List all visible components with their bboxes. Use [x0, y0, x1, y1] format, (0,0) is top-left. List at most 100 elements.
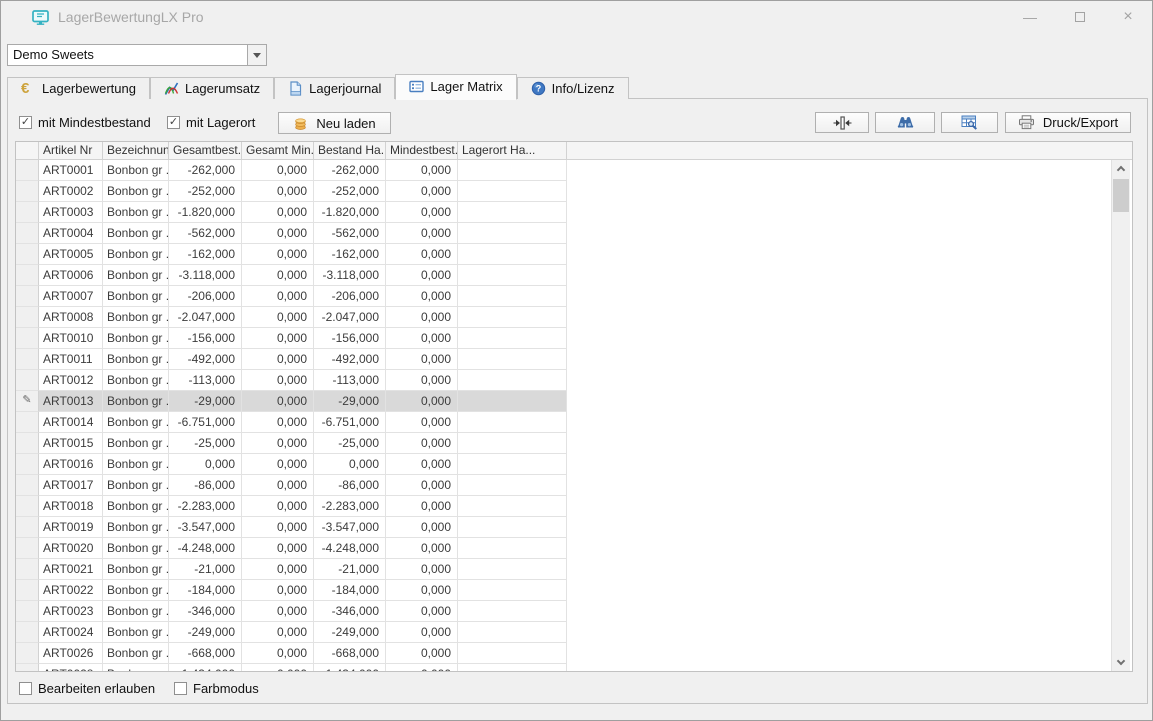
- table-cell[interactable]: 0,000: [386, 412, 458, 433]
- checkbox-icon[interactable]: ✓: [167, 116, 180, 129]
- table-cell[interactable]: 0,000: [386, 286, 458, 307]
- table-cell[interactable]: Bonbon gr ...: [103, 223, 169, 244]
- tab-lagerbewertung[interactable]: € Lagerbewertung: [7, 77, 150, 99]
- table-cell[interactable]: -86,000: [169, 475, 242, 496]
- table-cell[interactable]: ART0010: [39, 328, 103, 349]
- table-cell[interactable]: 0,000: [314, 454, 386, 475]
- table-cell[interactable]: 0,000: [386, 307, 458, 328]
- mit-mindestbestand-checkbox[interactable]: ✓ mit Mindestbestand: [19, 114, 151, 130]
- table-cell[interactable]: -3.547,000: [169, 517, 242, 538]
- table-cell[interactable]: [458, 307, 567, 328]
- table-cell[interactable]: 0,000: [242, 160, 314, 181]
- table-cell[interactable]: [458, 643, 567, 664]
- table-cell[interactable]: ART0004: [39, 223, 103, 244]
- table-cell[interactable]: 0,000: [386, 391, 458, 412]
- table-cell[interactable]: [458, 517, 567, 538]
- table-cell[interactable]: 0,000: [242, 181, 314, 202]
- table-cell[interactable]: Bonbon gr ...: [103, 538, 169, 559]
- table-cell[interactable]: -1.820,000: [314, 202, 386, 223]
- table-cell[interactable]: -252,000: [169, 181, 242, 202]
- table-cell[interactable]: Bonbon gr ...: [103, 412, 169, 433]
- table-cell[interactable]: -6.751,000: [314, 412, 386, 433]
- table-row[interactable]: ART0017Bonbon gr ...-86,0000,000-86,0000…: [16, 475, 1132, 496]
- table-cell[interactable]: -252,000: [314, 181, 386, 202]
- table-cell[interactable]: ART0028: [39, 664, 103, 671]
- table-cell[interactable]: Bonbon gr ...: [103, 370, 169, 391]
- table-cell[interactable]: ART0017: [39, 475, 103, 496]
- table-cell[interactable]: ART0022: [39, 580, 103, 601]
- checkbox-icon[interactable]: [174, 682, 187, 695]
- table-cell[interactable]: Bonbon gr ...: [103, 244, 169, 265]
- table-cell[interactable]: -86,000: [314, 475, 386, 496]
- table-cell[interactable]: 0,000: [242, 328, 314, 349]
- table-cell[interactable]: Bonbon gr ...: [103, 559, 169, 580]
- table-cell[interactable]: ART0005: [39, 244, 103, 265]
- table-cell[interactable]: Bonbon gr ...: [103, 349, 169, 370]
- table-cell[interactable]: Bonbon gr ...: [103, 307, 169, 328]
- table-cell[interactable]: 0,000: [386, 622, 458, 643]
- table-cell[interactable]: 0,000: [242, 454, 314, 475]
- table-cell[interactable]: [458, 580, 567, 601]
- table-cell[interactable]: ART0003: [39, 202, 103, 223]
- table-row[interactable]: ART0028Bonbon gr ...-1.434,0000,000-1.43…: [16, 664, 1132, 671]
- table-cell[interactable]: -1.820,000: [169, 202, 242, 223]
- checkbox-icon[interactable]: [19, 682, 32, 695]
- table-cell[interactable]: -184,000: [169, 580, 242, 601]
- table-cell[interactable]: Bonbon gr ...: [103, 664, 169, 671]
- table-cell[interactable]: -162,000: [314, 244, 386, 265]
- table-cell[interactable]: ART0013: [39, 391, 103, 412]
- table-row[interactable]: ART0022Bonbon gr ...-184,0000,000-184,00…: [16, 580, 1132, 601]
- table-cell[interactable]: -2.047,000: [169, 307, 242, 328]
- table-cell[interactable]: [458, 454, 567, 475]
- table-cell[interactable]: -346,000: [169, 601, 242, 622]
- table-cell[interactable]: 0,000: [386, 223, 458, 244]
- table-cell[interactable]: 0,000: [242, 307, 314, 328]
- table-cell[interactable]: -21,000: [314, 559, 386, 580]
- table-cell[interactable]: 0,000: [386, 160, 458, 181]
- table-row[interactable]: ART0011Bonbon gr ...-492,0000,000-492,00…: [16, 349, 1132, 370]
- table-row[interactable]: ART0008Bonbon gr ...-2.047,0000,000-2.04…: [16, 307, 1132, 328]
- table-cell[interactable]: -3.118,000: [314, 265, 386, 286]
- table-cell[interactable]: 0,000: [242, 517, 314, 538]
- table-cell[interactable]: 0,000: [386, 433, 458, 454]
- table-cell[interactable]: [458, 664, 567, 671]
- checkbox-icon[interactable]: ✓: [19, 116, 32, 129]
- table-cell[interactable]: ART0023: [39, 601, 103, 622]
- bearbeiten-erlauben-checkbox[interactable]: Bearbeiten erlauben: [19, 680, 155, 696]
- table-row[interactable]: ART0002Bonbon gr ...-252,0000,000-252,00…: [16, 181, 1132, 202]
- table-cell[interactable]: Bonbon gr ...: [103, 475, 169, 496]
- table-cell[interactable]: 0,000: [386, 475, 458, 496]
- table-row[interactable]: ART0021Bonbon gr ...-21,0000,000-21,0000…: [16, 559, 1132, 580]
- mandant-select[interactable]: Demo Sweets: [7, 44, 267, 66]
- table-cell[interactable]: 0,000: [242, 580, 314, 601]
- table-cell[interactable]: 0,000: [386, 496, 458, 517]
- table-cell[interactable]: [458, 496, 567, 517]
- table-cell[interactable]: Bonbon gr ...: [103, 622, 169, 643]
- table-cell[interactable]: [458, 286, 567, 307]
- table-cell[interactable]: ART0008: [39, 307, 103, 328]
- table-row[interactable]: ART0003Bonbon gr ...-1.820,0000,000-1.82…: [16, 202, 1132, 223]
- table-cell[interactable]: 0,000: [386, 580, 458, 601]
- table-cell[interactable]: -668,000: [169, 643, 242, 664]
- table-cell[interactable]: [458, 370, 567, 391]
- close-button[interactable]: ×: [1113, 5, 1143, 29]
- table-row[interactable]: ART0006Bonbon gr ...-3.118,0000,000-3.11…: [16, 265, 1132, 286]
- table-cell[interactable]: Bonbon gr ...: [103, 517, 169, 538]
- table-cell[interactable]: ART0024: [39, 622, 103, 643]
- table-cell[interactable]: 0,000: [242, 202, 314, 223]
- table-cell[interactable]: [458, 433, 567, 454]
- table-cell[interactable]: ART0019: [39, 517, 103, 538]
- table-cell[interactable]: Bonbon gr ...: [103, 391, 169, 412]
- column-header[interactable]: Gesamtbest...: [169, 142, 242, 159]
- table-cell[interactable]: 0,000: [242, 265, 314, 286]
- table-cell[interactable]: [458, 622, 567, 643]
- table-cell[interactable]: 0,000: [386, 349, 458, 370]
- table-cell[interactable]: Bonbon gr ...: [103, 496, 169, 517]
- table-cell[interactable]: 0,000: [386, 265, 458, 286]
- table-row[interactable]: ART0005Bonbon gr ...-162,0000,000-162,00…: [16, 244, 1132, 265]
- table-cell[interactable]: 0,000: [386, 664, 458, 671]
- table-cell[interactable]: 0,000: [386, 517, 458, 538]
- scroll-up-button[interactable]: [1112, 160, 1130, 177]
- table-cell[interactable]: -6.751,000: [169, 412, 242, 433]
- farbmodus-checkbox[interactable]: Farbmodus: [174, 680, 259, 696]
